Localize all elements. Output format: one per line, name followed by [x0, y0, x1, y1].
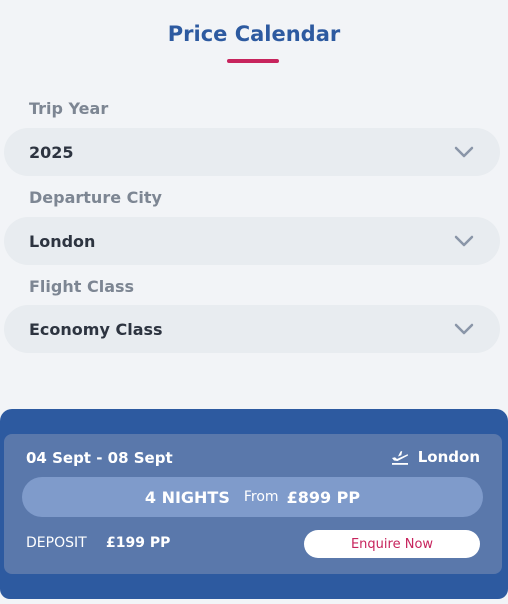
trip-year-select[interactable]: 2025: [4, 128, 500, 176]
departure-city-value: London: [29, 231, 96, 251]
title-underline: [227, 59, 279, 63]
plane-departure-icon: [391, 451, 408, 465]
chevron-down-icon: [454, 323, 474, 335]
trip-year-value: 2025: [29, 142, 74, 162]
flight-class-label: Flight Class: [29, 277, 135, 296]
deposit-label: DEPOSIT: [26, 535, 87, 551]
flight-class-value: Economy Class: [29, 319, 163, 339]
trip-dates: 04 Sept - 08 Sept: [26, 449, 173, 467]
departure-city: London: [417, 448, 480, 466]
chevron-down-icon: [454, 146, 474, 158]
price-value: £899 PP: [286, 487, 361, 507]
from-label: From: [243, 489, 279, 505]
chevron-down-icon: [454, 235, 474, 247]
departure-info: London: [391, 448, 480, 466]
nights-count: 4 NIGHTS: [144, 487, 230, 507]
page-title: Price Calendar: [167, 22, 341, 46]
enquire-now-button[interactable]: Enquire Now: [304, 530, 480, 558]
departure-city-label: Departure City: [29, 188, 162, 207]
trip-card: 04 Sept - 08 Sept London 4 NIGHTS From £…: [4, 434, 502, 574]
deposit-value: £199 PP: [106, 535, 171, 551]
price-pill: 4 NIGHTS From £899 PP: [22, 477, 483, 517]
flight-class-select[interactable]: Economy Class: [4, 305, 500, 353]
results-panel: 04 Sept - 08 Sept London 4 NIGHTS From £…: [0, 409, 508, 599]
trip-year-label: Trip Year: [29, 99, 109, 118]
departure-city-select[interactable]: London: [4, 217, 500, 265]
